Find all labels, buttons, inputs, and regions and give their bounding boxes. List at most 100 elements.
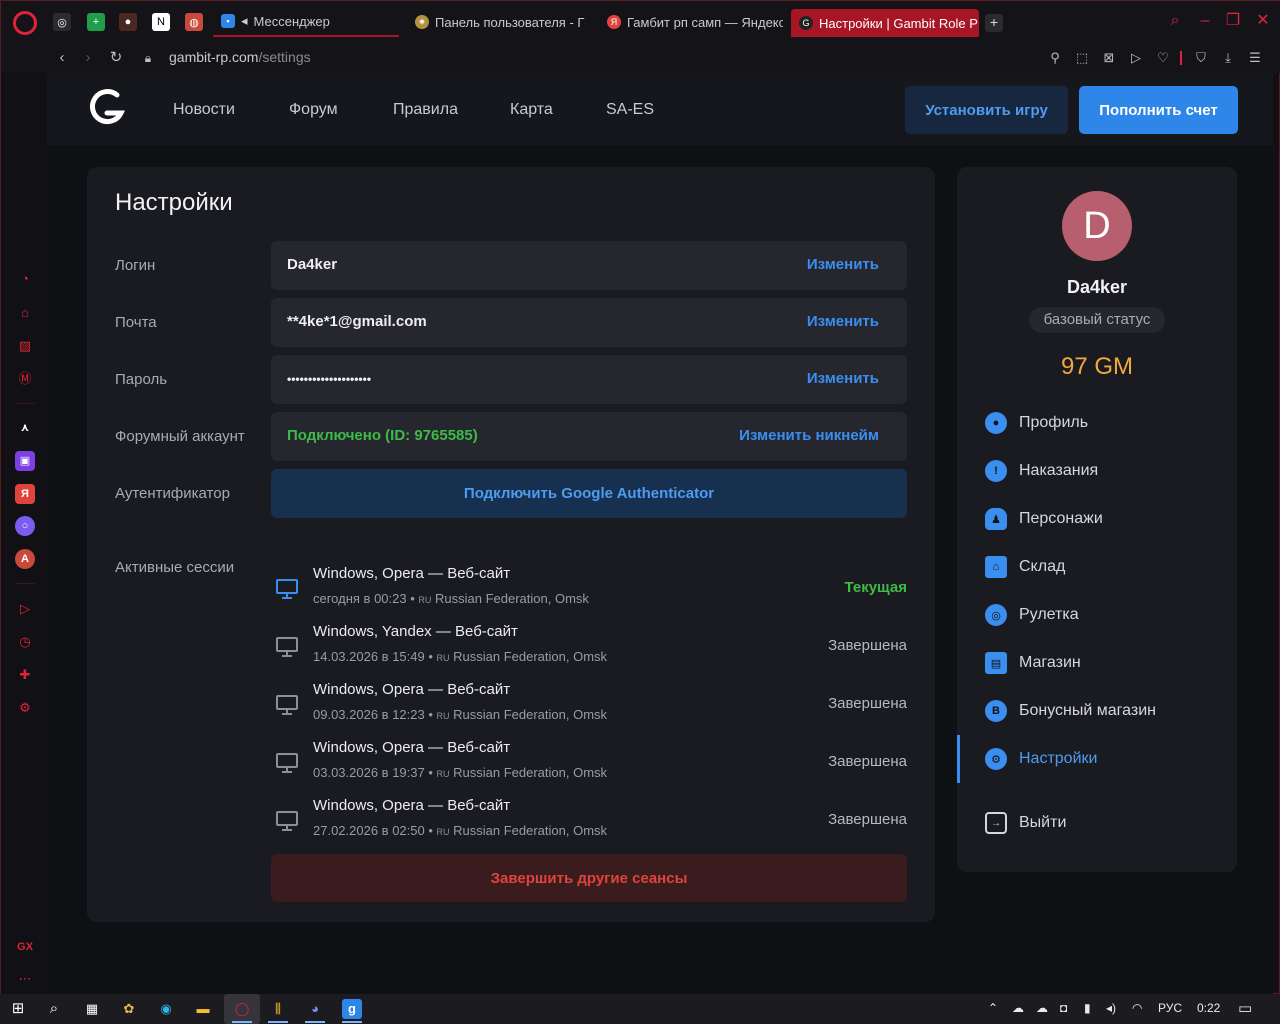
aria-icon[interactable]: ⋏ — [15, 418, 35, 438]
menu-item-bonus-shop[interactable]: B Бонусный магазин — [985, 697, 1156, 725]
minimize-icon[interactable]: – — [1195, 11, 1215, 31]
copilot-icon[interactable]: ✿ — [119, 999, 139, 1019]
send-icon[interactable]: ▷ — [1126, 48, 1146, 68]
pinned-app-icon[interactable]: ● — [119, 13, 137, 31]
store-icon[interactable]: ▦ — [82, 999, 102, 1019]
snapshot-icon[interactable]: ⬚ — [1072, 48, 1092, 68]
alice-icon[interactable]: ○ — [15, 516, 35, 536]
active-indicator — [957, 735, 960, 783]
heart-icon[interactable]: ♡ — [1153, 48, 1173, 68]
session-meta: 27.02.2026 в 02:50 • RU Russian Federati… — [313, 823, 608, 838]
music-icon[interactable]: Ⓜ — [15, 369, 35, 389]
adblock-icon[interactable]: ⊠ — [1099, 48, 1119, 68]
language-indicator[interactable]: РУС — [1158, 1001, 1182, 1015]
speed-dial-icon[interactable]: ◔ — [15, 269, 35, 289]
player-icon[interactable]: ▷ — [15, 599, 35, 619]
search-icon[interactable]: ⌕ — [44, 999, 64, 1019]
menu-item-roulette[interactable]: ◎ Рулетка — [985, 601, 1079, 629]
pin-icon[interactable]: ⚲ — [1045, 48, 1065, 68]
gambit-app-icon[interactable]: g — [342, 999, 362, 1019]
menu-item-logout[interactable]: → Выйти — [985, 809, 1066, 837]
nav-map[interactable]: Карта — [510, 101, 553, 119]
change-login-button[interactable]: Изменить — [807, 256, 879, 273]
gx-control-icon[interactable]: ⌂ — [15, 303, 35, 323]
session-date: 27.02.2026 в 02:50 — [313, 823, 425, 838]
menu-item-punishments[interactable]: ! Наказания — [985, 457, 1098, 485]
session-title: Windows, Opera — Веб-сайт — [313, 565, 511, 582]
menu-item-profile[interactable]: ● Профиль — [985, 409, 1088, 437]
notion-icon[interactable]: N — [152, 13, 170, 31]
camera-icon[interactable]: ◘ — [1060, 1001, 1067, 1015]
nav-rules[interactable]: Правила — [393, 101, 458, 119]
session-location: Russian Federation, Omsk — [453, 649, 608, 664]
tab-settings[interactable]: G Настройки | Gambit Role P — [791, 9, 979, 37]
gear-icon[interactable]: ⚙ — [15, 698, 35, 718]
status-badge: базовый статус — [1029, 307, 1165, 333]
change-nickname-button[interactable]: Изменить никнейм — [739, 427, 879, 444]
topup-button[interactable]: Пополнить счет — [1079, 86, 1238, 134]
tab-messenger[interactable]: ▪ ◂ Мессенджер — [213, 7, 399, 37]
country-code: RU — [436, 769, 450, 779]
edge-icon[interactable]: ◉ — [156, 999, 176, 1019]
cloud-sync-icon[interactable]: ☁ — [1036, 1001, 1048, 1015]
back-icon[interactable]: ‹ — [51, 47, 73, 69]
lock-icon[interactable]: 🔒︎ — [137, 47, 159, 69]
explorer-icon[interactable]: ▬ — [193, 999, 213, 1019]
download-icon[interactable]: ⤓ — [1218, 48, 1238, 68]
profile-name: Da4ker — [1066, 277, 1128, 297]
opera-sidebar: ◔ ⌂ ▨ Ⓜ ⋏ ▣ Я ○ A ▷ ◷ ✚ ⚙ GX ⋯ — [1, 73, 47, 995]
change-password-button[interactable]: Изменить — [807, 370, 879, 387]
yandex-icon[interactable]: Я — [15, 484, 35, 504]
install-game-button[interactable]: Установить игру — [905, 86, 1068, 134]
tab-yandex-search[interactable]: Я Гамбит рп самп — Яндекс — [599, 7, 783, 37]
extensions-icon[interactable]: ✚ — [15, 665, 35, 685]
tray-chevron-icon[interactable]: ⌃ — [988, 1001, 998, 1015]
search-icon[interactable]: ⌕ — [1165, 11, 1185, 31]
volume-icon[interactable]: ◂) — [1106, 1001, 1116, 1015]
monitor-icon — [276, 695, 298, 715]
gx-corner-icon[interactable]: GX — [15, 937, 35, 957]
gx-cleaner-icon[interactable]: ▨ — [15, 336, 35, 356]
menu-item-warehouse[interactable]: ⌂ Склад — [985, 553, 1065, 581]
nav-news[interactable]: Новости — [173, 101, 235, 119]
opera-gx-icon[interactable]: ◯ — [224, 994, 260, 1024]
menu-item-characters[interactable]: ♟ Персонажи — [985, 505, 1103, 533]
discord-icon[interactable]: ◕ — [305, 999, 325, 1019]
new-tab-button[interactable]: + — [985, 14, 1003, 32]
wallet-icon[interactable]: ⛉ — [1191, 48, 1211, 68]
tab-user-panel[interactable]: ✷ Панель пользователя - Г — [407, 7, 591, 37]
more-icon[interactable]: ⋯ — [15, 969, 35, 989]
gambit-logo-icon[interactable] — [87, 87, 127, 127]
clock[interactable]: 0:22 — [1197, 1001, 1220, 1015]
connect-google-authenticator-button[interactable]: Подключить Google Authenticator — [271, 469, 907, 518]
app-icon[interactable]: ⫼ — [268, 999, 288, 1019]
forum-account-value: Подключено (ID: 9765585) — [287, 427, 478, 444]
login-label: Логин — [115, 257, 156, 274]
url-field[interactable]: gambit-rp.com/settings — [169, 49, 311, 65]
reload-icon[interactable]: ↻ — [105, 47, 127, 69]
nav-forum[interactable]: Форум — [289, 101, 338, 119]
gamepad-icon[interactable]: ◎ — [53, 13, 71, 31]
pinned-app-icon[interactable]: ◍ — [185, 13, 203, 31]
sheets-icon[interactable]: + — [87, 13, 105, 31]
change-email-button[interactable]: Изменить — [807, 313, 879, 330]
opera-logo-icon[interactable] — [13, 11, 37, 35]
microphone-icon[interactable]: ▮ — [1084, 1001, 1091, 1015]
easy-setup-icon[interactable]: ☰ — [1245, 48, 1265, 68]
end-other-sessions-button[interactable]: Завершить другие сеансы — [271, 854, 907, 902]
country-code: RU — [436, 711, 450, 721]
menu-item-shop[interactable]: ▤ Магазин — [985, 649, 1081, 677]
twitch-icon[interactable]: ▣ — [15, 451, 35, 471]
cloud-icon[interactable]: ☁ — [1012, 1001, 1024, 1015]
close-icon[interactable]: ✕ — [1253, 11, 1273, 31]
notifications-icon[interactable]: ▭ — [1238, 999, 1252, 1017]
history-icon[interactable]: ◷ — [15, 632, 35, 652]
nav-sa-es[interactable]: SA-ES — [606, 101, 654, 119]
wifi-icon[interactable]: ◠ — [1132, 1001, 1142, 1015]
menu-item-settings[interactable]: ⚙ Настройки — [985, 745, 1097, 773]
windows-start-icon[interactable]: ⊞ — [8, 999, 28, 1019]
avatar[interactable]: D — [1062, 191, 1132, 261]
app-icon[interactable]: A — [15, 549, 35, 569]
forward-icon[interactable]: › — [77, 47, 99, 69]
restore-icon[interactable]: ❐ — [1223, 11, 1243, 31]
